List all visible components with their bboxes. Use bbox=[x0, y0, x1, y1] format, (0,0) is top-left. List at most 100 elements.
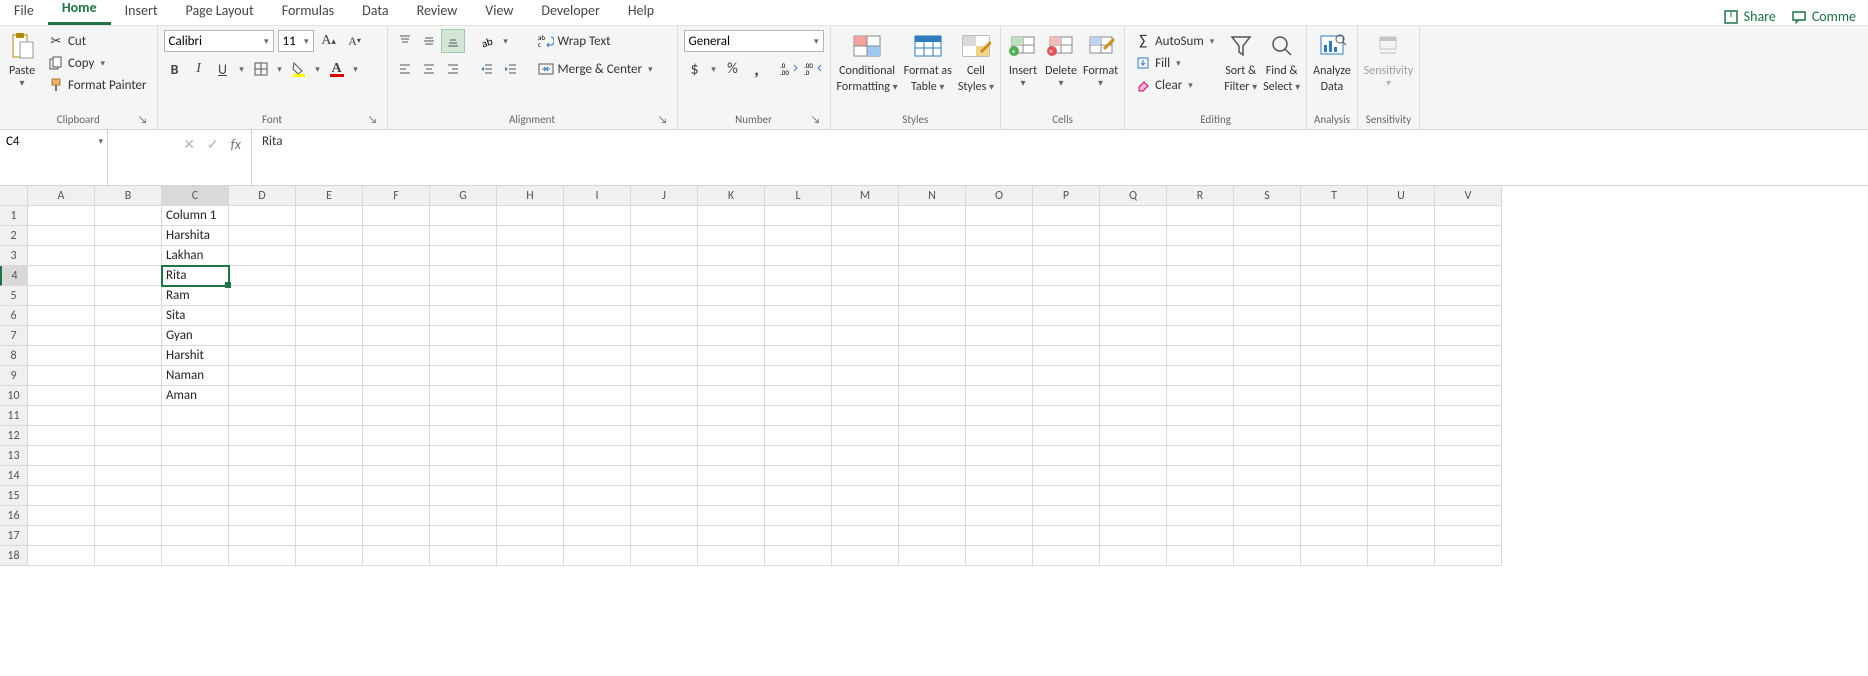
cell[interactable] bbox=[1033, 526, 1100, 546]
cell[interactable] bbox=[1368, 346, 1435, 366]
cell[interactable] bbox=[430, 366, 497, 386]
cell[interactable] bbox=[1301, 206, 1368, 226]
cell[interactable] bbox=[363, 426, 430, 446]
cell[interactable] bbox=[162, 466, 229, 486]
cell[interactable] bbox=[497, 386, 564, 406]
cell[interactable] bbox=[296, 446, 363, 466]
column-header[interactable]: I bbox=[564, 186, 631, 206]
cell[interactable] bbox=[966, 546, 1033, 566]
comma-button[interactable]: , bbox=[746, 58, 768, 80]
increase-decimal-icon[interactable]: .0.00 bbox=[778, 58, 800, 80]
column-header[interactable]: B bbox=[95, 186, 162, 206]
cell[interactable] bbox=[1368, 546, 1435, 566]
cell[interactable] bbox=[1435, 286, 1502, 306]
cell[interactable] bbox=[1435, 486, 1502, 506]
cell[interactable] bbox=[899, 486, 966, 506]
cell[interactable] bbox=[1033, 506, 1100, 526]
cell[interactable] bbox=[564, 366, 631, 386]
cell[interactable] bbox=[229, 546, 296, 566]
dialog-launcher-icon[interactable]: ↘ bbox=[137, 113, 149, 125]
cell[interactable] bbox=[564, 466, 631, 486]
font-color-button[interactable]: A bbox=[326, 58, 348, 80]
cell[interactable] bbox=[832, 386, 899, 406]
cell[interactable] bbox=[698, 326, 765, 346]
cell[interactable] bbox=[1167, 546, 1234, 566]
cell[interactable] bbox=[162, 406, 229, 426]
underline-dropdown[interactable]: ▾ bbox=[236, 58, 248, 80]
cell[interactable] bbox=[631, 486, 698, 506]
column-header[interactable]: L bbox=[765, 186, 832, 206]
tab-file[interactable]: File bbox=[0, 0, 48, 25]
clear-button[interactable]: Clear▾ bbox=[1131, 74, 1218, 96]
cell[interactable] bbox=[564, 306, 631, 326]
cell[interactable]: Harshita bbox=[162, 226, 229, 246]
cell[interactable] bbox=[698, 386, 765, 406]
cell[interactable] bbox=[1435, 326, 1502, 346]
cell[interactable] bbox=[1435, 466, 1502, 486]
cell[interactable] bbox=[497, 326, 564, 346]
cell[interactable] bbox=[296, 266, 363, 286]
cell[interactable] bbox=[95, 406, 162, 426]
cell[interactable] bbox=[363, 266, 430, 286]
cell[interactable] bbox=[564, 506, 631, 526]
cell[interactable] bbox=[229, 226, 296, 246]
cell[interactable] bbox=[229, 246, 296, 266]
sort-filter-button[interactable]: Sort & Filter ▾ bbox=[1224, 30, 1257, 94]
cell[interactable] bbox=[631, 206, 698, 226]
cell[interactable] bbox=[1100, 246, 1167, 266]
cell[interactable] bbox=[162, 546, 229, 566]
cell[interactable] bbox=[1435, 246, 1502, 266]
cell[interactable] bbox=[1435, 386, 1502, 406]
cell[interactable] bbox=[1301, 406, 1368, 426]
cell[interactable] bbox=[497, 206, 564, 226]
cell[interactable] bbox=[1167, 226, 1234, 246]
tab-insert[interactable]: Insert bbox=[111, 0, 172, 25]
cell[interactable] bbox=[1368, 446, 1435, 466]
cell[interactable] bbox=[966, 246, 1033, 266]
row-header[interactable]: 8 bbox=[0, 346, 28, 366]
cell[interactable] bbox=[1234, 526, 1301, 546]
cell[interactable] bbox=[1167, 386, 1234, 406]
cell[interactable] bbox=[430, 466, 497, 486]
cell[interactable] bbox=[95, 346, 162, 366]
cell[interactable] bbox=[1234, 366, 1301, 386]
cell[interactable] bbox=[497, 506, 564, 526]
italic-button[interactable]: I bbox=[188, 58, 210, 80]
cell[interactable] bbox=[966, 346, 1033, 366]
cell[interactable] bbox=[899, 366, 966, 386]
cell[interactable] bbox=[296, 506, 363, 526]
cell[interactable] bbox=[765, 366, 832, 386]
cell[interactable] bbox=[1100, 266, 1167, 286]
cell[interactable] bbox=[1100, 526, 1167, 546]
cell[interactable] bbox=[966, 326, 1033, 346]
column-header[interactable]: A bbox=[28, 186, 95, 206]
cell[interactable] bbox=[497, 466, 564, 486]
cell[interactable] bbox=[296, 386, 363, 406]
font-size-combo[interactable]: 11▾ bbox=[278, 30, 314, 52]
cell[interactable] bbox=[430, 406, 497, 426]
cell[interactable] bbox=[1435, 446, 1502, 466]
cell[interactable] bbox=[363, 246, 430, 266]
cell[interactable] bbox=[497, 526, 564, 546]
cell[interactable] bbox=[363, 226, 430, 246]
cell[interactable] bbox=[1301, 506, 1368, 526]
cell[interactable] bbox=[832, 366, 899, 386]
cell[interactable] bbox=[95, 526, 162, 546]
cell[interactable] bbox=[1234, 326, 1301, 346]
cell[interactable] bbox=[363, 306, 430, 326]
column-header[interactable]: S bbox=[1234, 186, 1301, 206]
cell[interactable] bbox=[1368, 286, 1435, 306]
cell[interactable] bbox=[430, 346, 497, 366]
cell[interactable] bbox=[1100, 326, 1167, 346]
cell[interactable] bbox=[1167, 446, 1234, 466]
cell[interactable] bbox=[95, 366, 162, 386]
cell[interactable] bbox=[430, 306, 497, 326]
cell[interactable] bbox=[899, 326, 966, 346]
cell[interactable] bbox=[28, 386, 95, 406]
row-header[interactable]: 5 bbox=[0, 286, 28, 306]
column-header[interactable]: Q bbox=[1100, 186, 1167, 206]
underline-button[interactable]: U bbox=[212, 58, 234, 80]
cell[interactable] bbox=[1234, 266, 1301, 286]
cell[interactable] bbox=[899, 246, 966, 266]
number-format-combo[interactable]: General▾ bbox=[684, 30, 824, 52]
